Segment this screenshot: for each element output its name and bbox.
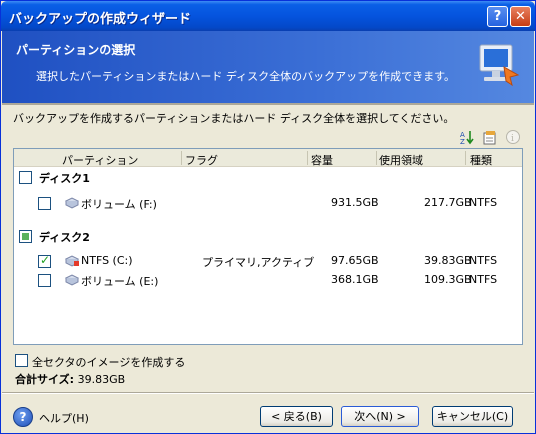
list-header: パーティション フラグ 容量 使用領域 種類	[14, 149, 522, 167]
partition-f-used: 217.7GB	[424, 196, 472, 209]
total-size-label: 合計サイズ:	[15, 373, 75, 386]
close-button[interactable]: ✕	[510, 6, 531, 27]
column-divider	[307, 151, 308, 165]
button-separator-highlight	[2, 393, 534, 394]
partition-f-capacity: 931.5GB	[331, 196, 379, 209]
header-title: パーティションの選択	[16, 43, 136, 57]
backup-computer-icon	[479, 44, 520, 87]
column-capacity[interactable]: 容量	[311, 152, 333, 168]
wizard-window: バックアップの作成ウィザード ? ✕ パーティションの選択 選択したパーティショ…	[0, 0, 536, 434]
partition-c-flags: プライマリ,アクティブ	[202, 256, 315, 269]
total-size: 合計サイズ: 39.83GB	[15, 371, 125, 387]
partition-list[interactable]: パーティション フラグ 容量 使用領域 種類 ディスク1 ボリューム (F:) …	[13, 148, 523, 345]
column-used[interactable]: 使用領域	[379, 152, 423, 168]
column-divider	[376, 151, 377, 165]
window-title: バックアップの作成ウィザード	[9, 12, 192, 27]
help-title-button[interactable]: ?	[487, 6, 508, 27]
partition-c-capacity: 97.65GB	[331, 254, 379, 267]
partition-e-name: ボリューム (E:)	[81, 275, 159, 288]
info-icon: i	[506, 130, 520, 144]
partition-f-checkbox[interactable]	[38, 197, 51, 210]
system-volume-icon	[64, 255, 80, 267]
partition-c-type: NTFS	[469, 254, 498, 267]
next-button[interactable]: 次へ(N) >	[341, 406, 419, 427]
partition-c-name: NTFS (C:)	[81, 254, 133, 267]
sector-image-checkbox[interactable]	[15, 354, 28, 367]
partition-e-checkbox[interactable]	[38, 274, 51, 287]
header-description: 選択したパーティションまたはハード ディスク全体のバックアップを作成できます。	[36, 70, 455, 83]
sort-icon[interactable]: A Z	[459, 129, 475, 145]
partition-e-capacity: 368.1GB	[331, 273, 379, 286]
properties-icon[interactable]	[482, 129, 498, 145]
disk2-label: ディスク2	[39, 231, 90, 244]
column-divider	[181, 151, 182, 165]
wizard-header: パーティションの選択 選択したパーティションまたはハード ディスク全体のバックア…	[2, 31, 534, 103]
column-flags[interactable]: フラグ	[185, 152, 218, 168]
instruction-text: バックアップを作成するパーティションまたはハード ディスク全体を選択してください…	[13, 112, 455, 125]
volume-icon	[64, 197, 80, 209]
header-separator	[2, 103, 534, 105]
column-type[interactable]: 種類	[470, 152, 492, 168]
cancel-button[interactable]: キャンセル(C)	[432, 406, 513, 427]
partition-f-type: NTFS	[469, 196, 498, 209]
sector-image-label[interactable]: 全セクタのイメージを作成する	[32, 354, 185, 370]
partition-e-type: NTFS	[469, 273, 498, 286]
total-size-value: 39.83GB	[77, 373, 126, 386]
disk2-checkbox[interactable]	[19, 230, 32, 243]
disk1-checkbox[interactable]	[19, 171, 32, 184]
title-bar[interactable]: バックアップの作成ウィザード ? ✕	[1, 1, 535, 31]
back-button[interactable]: < 戻る(B)	[260, 406, 333, 427]
column-divider	[465, 151, 466, 165]
help-icon[interactable]: ?	[13, 407, 33, 427]
partition-e-used: 109.3GB	[424, 273, 472, 286]
partition-c-used: 39.83GB	[424, 254, 472, 267]
svg-text:Z: Z	[460, 138, 465, 145]
disk1-label: ディスク1	[39, 172, 90, 185]
svg-text:i: i	[511, 134, 514, 144]
column-partition[interactable]: パーティション	[62, 152, 138, 168]
partition-c-checkbox[interactable]	[38, 253, 51, 268]
partition-f-name: ボリューム (F:)	[81, 198, 157, 211]
volume-icon	[64, 274, 80, 286]
help-link[interactable]: ヘルプ(H)	[39, 410, 89, 426]
